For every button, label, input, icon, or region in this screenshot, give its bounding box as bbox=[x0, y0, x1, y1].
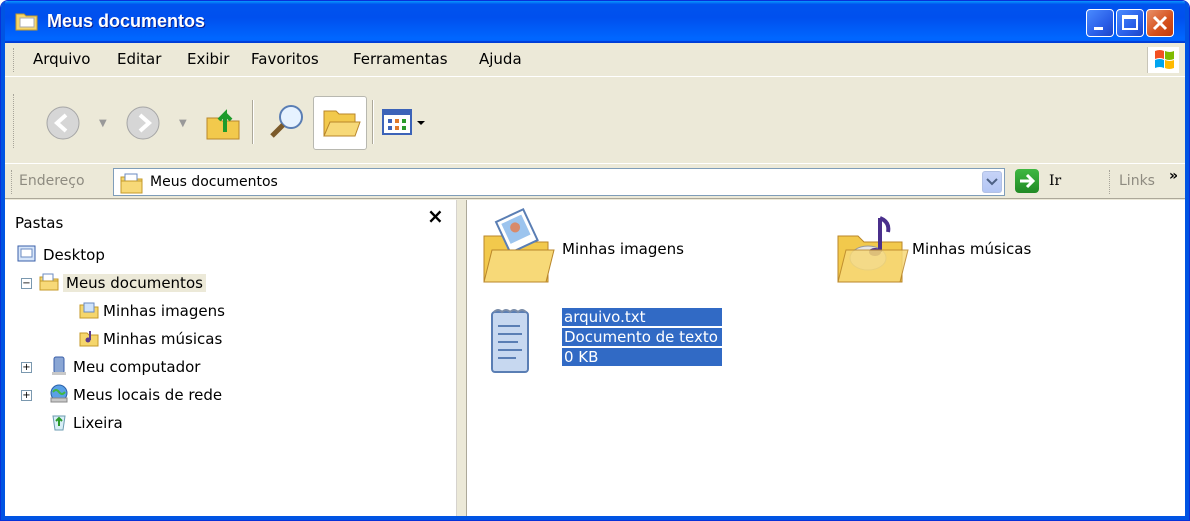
go-label[interactable]: Ir bbox=[1049, 173, 1061, 189]
recycle-bin-icon bbox=[52, 415, 66, 431]
close-icon bbox=[1152, 15, 1168, 31]
standard-toolbar: ▼ ▼ bbox=[5, 78, 1187, 164]
menu-ferramentas[interactable]: Ferramentas bbox=[353, 50, 448, 68]
menu-editar[interactable]: Editar bbox=[117, 50, 161, 68]
expand-toggle[interactable]: + bbox=[21, 390, 32, 401]
explorer-window: Meus documentos Arquivo Editar Exibir Fa… bbox=[0, 0, 1190, 521]
address-bar: Endereço Meus documentos Ir Links » bbox=[5, 165, 1187, 199]
tree-label: Lixeira bbox=[73, 414, 123, 432]
file-size: 0 KB bbox=[562, 348, 722, 366]
views-button[interactable] bbox=[381, 108, 429, 142]
folders-icon bbox=[323, 110, 361, 137]
my-computer-icon bbox=[52, 356, 66, 375]
links-chevron[interactable]: » bbox=[1169, 168, 1178, 184]
back-button[interactable] bbox=[43, 102, 85, 148]
tree-label: Meu computador bbox=[73, 358, 201, 376]
expand-toggle[interactable]: + bbox=[21, 362, 32, 373]
menu-bar: Arquivo Editar Exibir Favoritos Ferramen… bbox=[5, 43, 1187, 77]
views-icon bbox=[382, 109, 425, 135]
address-input[interactable]: Meus documentos bbox=[113, 168, 1005, 196]
address-dropdown-button[interactable] bbox=[982, 171, 1002, 193]
forward-dropdown-arrow[interactable]: ▼ bbox=[179, 118, 187, 129]
content-area: Pastas × Desktop − Meus documentos Minha… bbox=[5, 200, 1187, 518]
menu-favoritos[interactable]: Favoritos bbox=[251, 50, 319, 68]
my-documents-icon bbox=[120, 173, 143, 194]
file-item-minhas-musicas[interactable]: Minhas músicas bbox=[832, 206, 1112, 290]
file-name: arquivo.txt bbox=[562, 308, 722, 326]
window-title: Meus documentos bbox=[47, 11, 206, 31]
minimize-button[interactable] bbox=[1086, 9, 1114, 37]
menu-arquivo[interactable]: Arquivo bbox=[33, 50, 90, 68]
links-grip[interactable] bbox=[1109, 170, 1112, 194]
maximize-icon bbox=[1122, 15, 1138, 30]
close-button[interactable] bbox=[1146, 9, 1174, 37]
search-button[interactable] bbox=[267, 102, 307, 146]
back-dropdown-arrow[interactable]: ▼ bbox=[99, 118, 107, 129]
menu-ajuda[interactable]: Ajuda bbox=[479, 50, 522, 68]
folders-pane-close-button[interactable]: × bbox=[427, 204, 444, 228]
toolbar-separator bbox=[252, 100, 254, 144]
forward-button[interactable] bbox=[123, 102, 165, 148]
go-button[interactable] bbox=[1015, 169, 1039, 193]
windows-flag-icon bbox=[1155, 50, 1174, 69]
tree-label: Desktop bbox=[43, 246, 105, 264]
network-places-icon bbox=[50, 384, 68, 403]
toolbar-grip[interactable] bbox=[13, 94, 16, 148]
windows-logo bbox=[1147, 47, 1179, 73]
collapse-toggle[interactable]: − bbox=[21, 278, 32, 289]
back-icon bbox=[46, 106, 80, 140]
folders-pane-title: Pastas bbox=[15, 214, 64, 232]
folder-icon bbox=[15, 13, 38, 31]
tree-label: Minhas imagens bbox=[103, 302, 225, 320]
pictures-folder-icon bbox=[483, 207, 555, 283]
file-item-arquivo-txt[interactable]: arquivo.txt Documento de texto 0 KB bbox=[482, 304, 732, 384]
address-label: Endereço bbox=[19, 173, 85, 189]
up-button[interactable] bbox=[203, 102, 243, 146]
pane-splitter[interactable] bbox=[457, 200, 467, 518]
file-item-minhas-imagens[interactable]: Minhas imagens bbox=[478, 206, 758, 290]
my-documents-icon bbox=[39, 273, 59, 291]
up-folder-icon bbox=[206, 109, 240, 140]
file-type: Documento de texto bbox=[562, 328, 722, 346]
links-toolbar[interactable]: Links bbox=[1119, 173, 1155, 189]
files-pane: Minhas imagens Minhas músicas arquivo.tx… bbox=[468, 200, 1187, 518]
address-value: Meus documentos bbox=[150, 174, 278, 190]
file-name: Minhas músicas bbox=[912, 240, 1032, 258]
minimize-icon bbox=[1094, 27, 1103, 30]
search-icon bbox=[270, 105, 303, 138]
chevron-down-icon bbox=[986, 178, 998, 186]
forward-icon bbox=[126, 106, 160, 140]
text-file-icon bbox=[491, 309, 529, 373]
file-name: Minhas imagens bbox=[562, 240, 684, 258]
folders-pane: Pastas × Desktop − Meus documentos Minha… bbox=[5, 200, 457, 518]
menu-grip[interactable] bbox=[13, 48, 16, 72]
tree-label: Minhas músicas bbox=[103, 330, 223, 348]
my-music-icon bbox=[79, 331, 99, 347]
tree-label: Meus documentos bbox=[63, 274, 206, 292]
title-bar[interactable]: Meus documentos bbox=[1, 1, 1189, 43]
menu-exibir[interactable]: Exibir bbox=[187, 50, 229, 68]
address-grip[interactable] bbox=[11, 170, 14, 194]
music-folder-icon bbox=[837, 216, 909, 283]
toolbar-separator bbox=[372, 100, 374, 144]
maximize-button[interactable] bbox=[1116, 9, 1144, 37]
my-pictures-icon bbox=[79, 302, 99, 319]
go-arrow-icon bbox=[1020, 173, 1036, 189]
folders-button[interactable] bbox=[313, 96, 367, 150]
tree-label: Meus locais de rede bbox=[73, 386, 223, 404]
desktop-icon bbox=[17, 245, 36, 262]
